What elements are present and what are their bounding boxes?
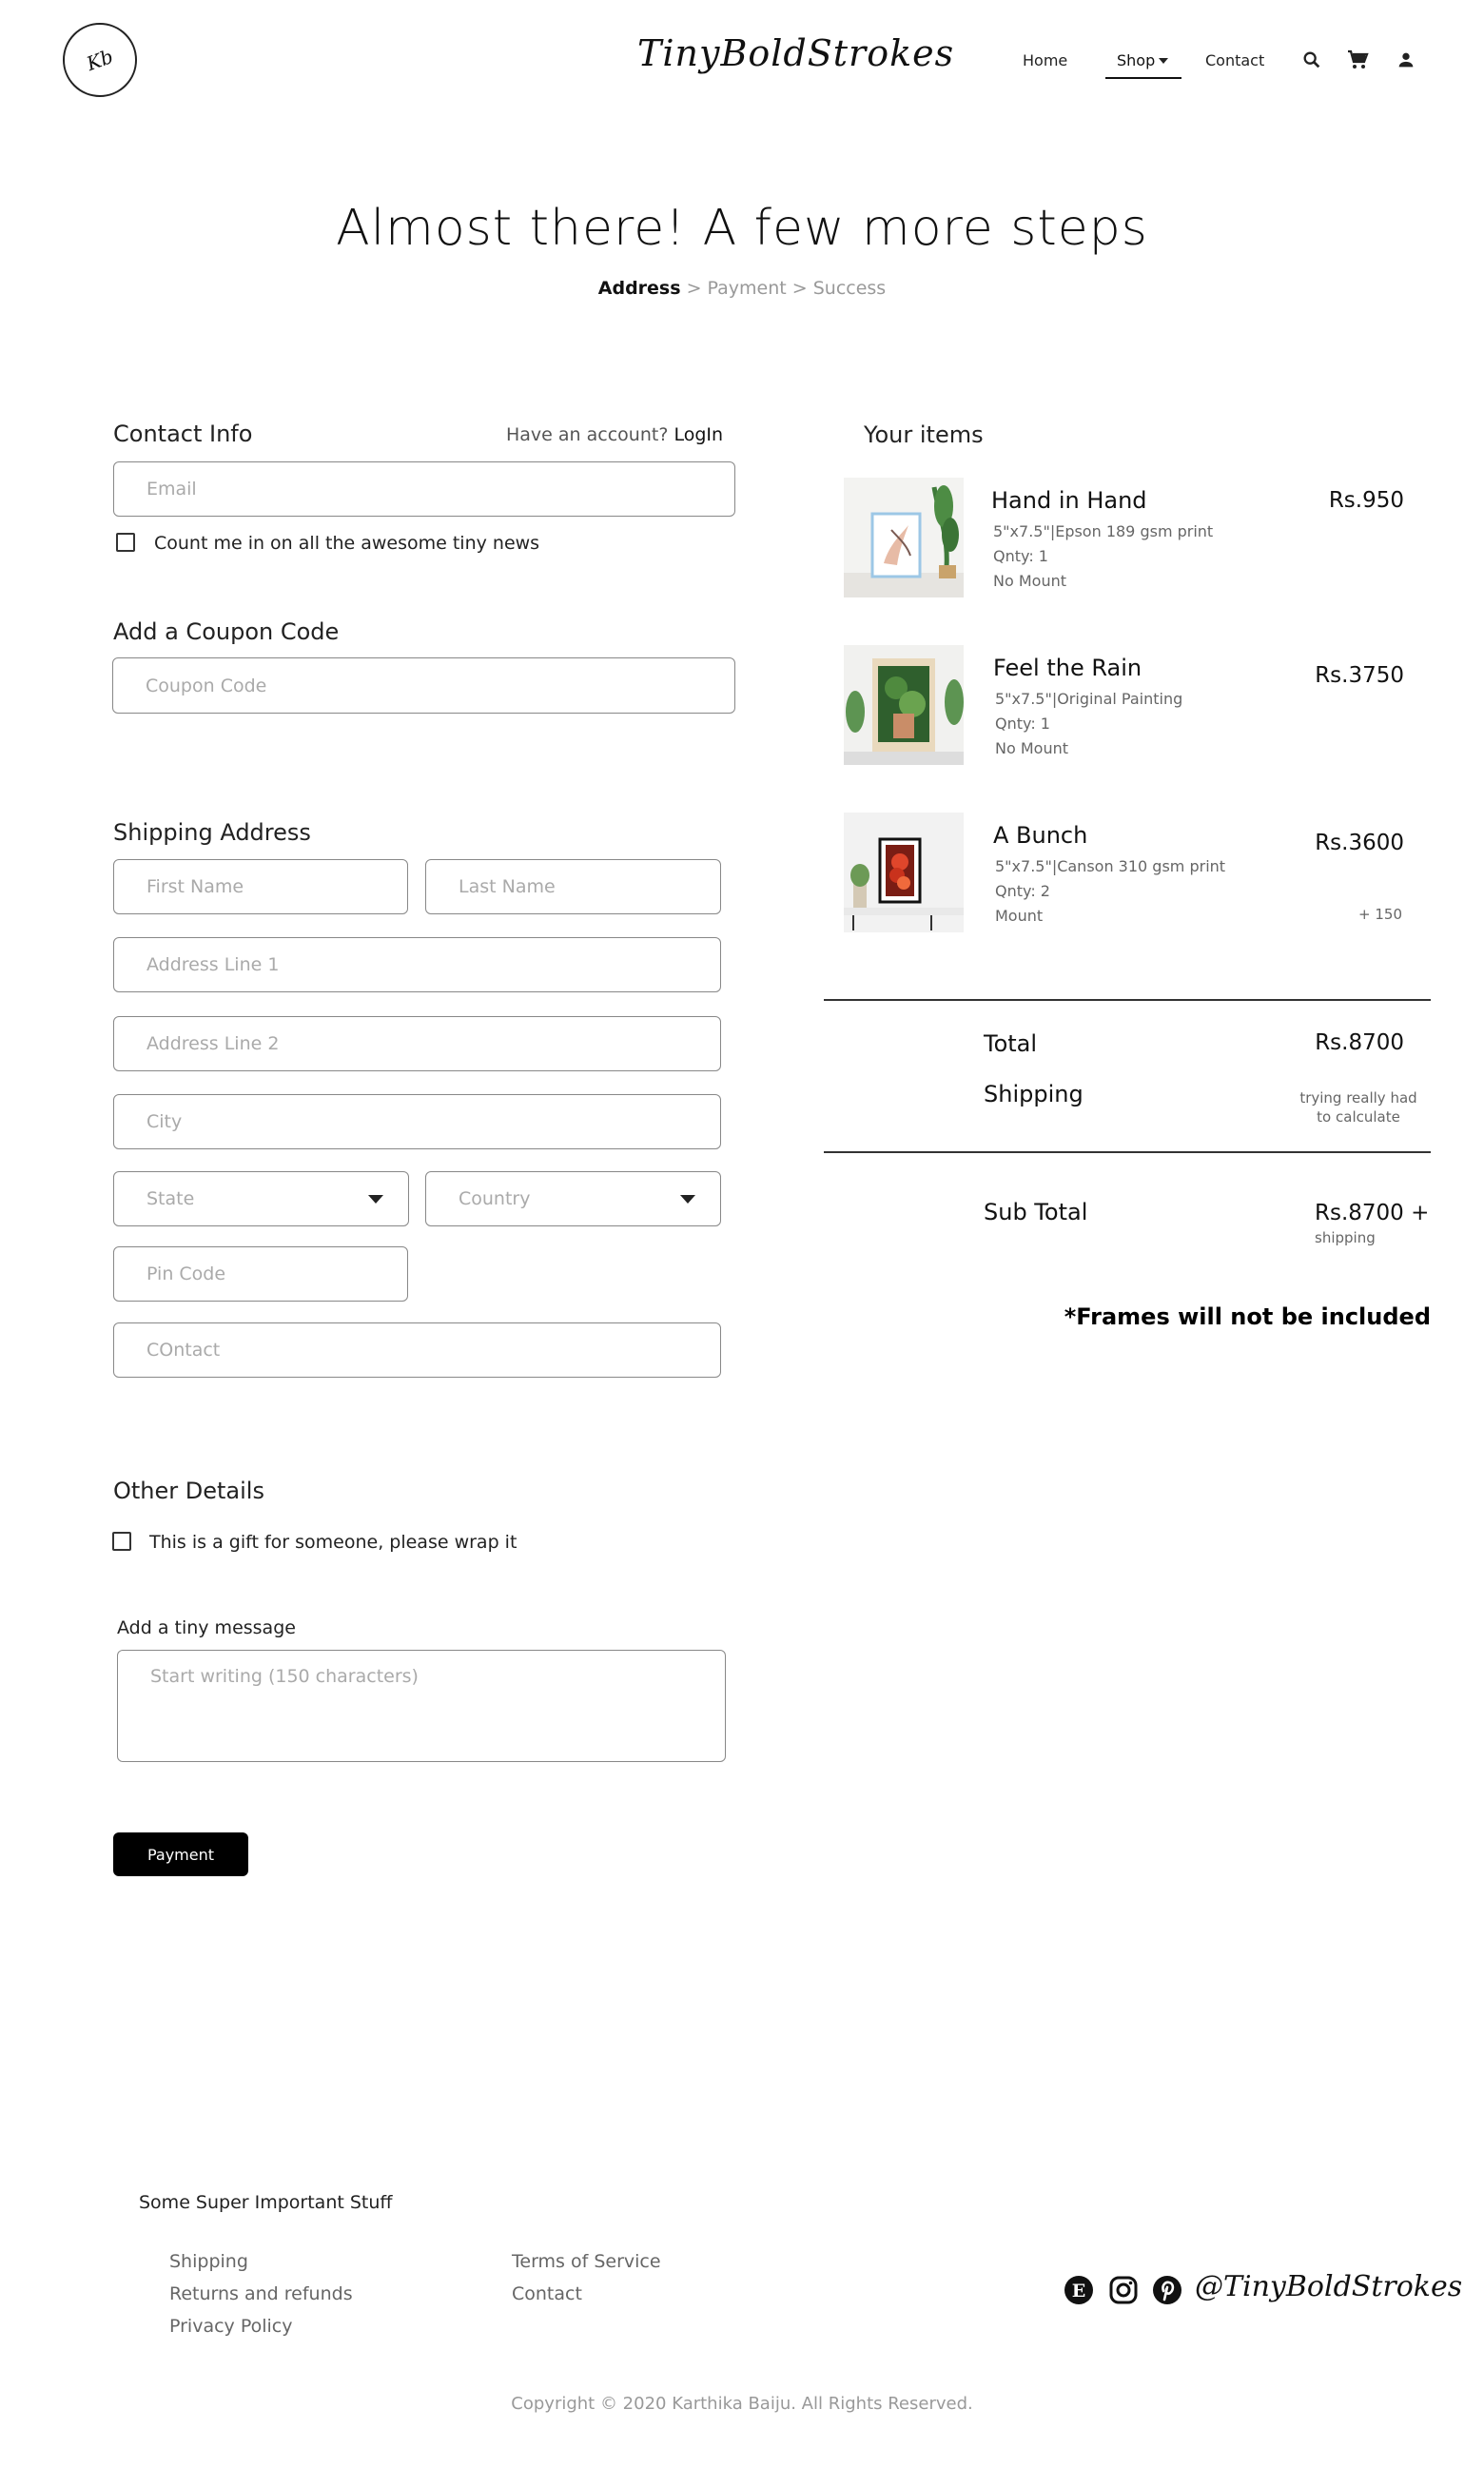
country-select-value: Country [459,1188,531,1209]
shipping-note: trying really had to calculate [1284,1088,1433,1126]
footer-link-privacy[interactable]: Privacy Policy [169,2316,292,2337]
country-select[interactable]: Country [425,1171,721,1226]
item-price: Rs.950 [1328,488,1404,513]
item-name: Hand in Hand [991,487,1147,514]
shipping-note-line1: trying really had [1299,1089,1417,1107]
message-label: Add a tiny message [117,1617,296,1638]
payment-button[interactable]: Payment [113,1832,248,1876]
step-rest: > Payment > Success [680,278,887,299]
item-name: A Bunch [993,822,1088,849]
item-thumbnail-feel-the-rain[interactable] [844,645,964,765]
nav-contact[interactable]: Contact [1205,51,1264,69]
etsy-letter: E [1072,2281,1085,2302]
caret-down-icon [1159,57,1169,64]
instagram-handle[interactable]: @TinyBoldStrokes [1195,2270,1462,2303]
caret-down-icon [680,1194,695,1204]
item-spec: 5"x7.5"|Epson 189 gsm print [993,522,1214,540]
subtotal-note: shipping [1315,1229,1376,1246]
other-details-title: Other Details [113,1478,264,1504]
instagram-icon[interactable] [1107,2274,1140,2306]
shipping-label: Shipping [984,1081,1084,1107]
brand-wordmark[interactable]: TinyBoldStrokes [637,32,954,74]
state-select-value: State [146,1188,195,1209]
total-value: Rs.8700 [1315,1030,1404,1055]
etsy-icon[interactable]: E [1063,2274,1095,2306]
item-name: Feel the Rain [993,655,1142,681]
item-mount: No Mount [995,739,1068,757]
item-spec: 5"x7.5"|Original Painting [995,690,1183,708]
newsletter-checkbox[interactable] [116,533,135,552]
nav-shop[interactable]: Shop [1105,51,1181,79]
nav-shop-label: Shop [1117,51,1156,69]
caret-down-icon [368,1194,383,1204]
page-title: Almost there! A few more steps [336,200,1148,257]
last-name-input[interactable] [425,859,721,914]
have-account-text: Have an account? [506,424,669,445]
gift-wrap-checkbox[interactable] [112,1532,131,1551]
summary-divider-top [824,999,1431,1001]
footer-link-terms[interactable]: Terms of Service [512,2251,661,2272]
account-icon[interactable] [1394,48,1418,72]
checkout-steps: Address > Payment > Success [0,278,1484,299]
nav-home[interactable]: Home [1023,51,1067,69]
item-price: Rs.3750 [1315,663,1404,688]
item-spec: 5"x7.5"|Canson 310 gsm print [995,857,1226,875]
item-meta: 5"x7.5"|Original Painting Qnty: 1 No Mou… [995,687,1182,761]
first-name-input[interactable] [113,859,408,914]
address-line2-input[interactable] [113,1016,721,1071]
copyright: Copyright © 2020 Karthika Baiju. All Rig… [511,2394,973,2414]
total-label: Total [984,1030,1038,1057]
mount-surcharge: + 150 [1358,906,1402,923]
pinterest-icon[interactable] [1151,2274,1183,2306]
contact-info-title: Contact Info [113,421,253,447]
newsletter-label: Count me in on all the awesome tiny news [154,533,540,554]
item-thumbnail-a-bunch[interactable] [844,813,964,932]
your-items-title: Your items [864,421,984,448]
summary-divider-bottom [824,1151,1431,1153]
item-qty: Qnty: 1 [995,715,1050,733]
email-input[interactable] [113,461,735,517]
shipping-note-line2: to calculate [1317,1108,1400,1126]
item-meta: 5"x7.5"|Epson 189 gsm print Qnty: 1 No M… [993,519,1213,594]
item-mount: Mount [995,907,1044,925]
item-thumbnail-hand-in-hand[interactable] [844,478,964,597]
footer-title: Some Super Important Stuff [139,2192,393,2213]
item-qty: Qnty: 2 [995,882,1050,900]
step-current: Address [597,278,681,299]
subtotal-label: Sub Total [984,1199,1088,1225]
item-price: Rs.3600 [1315,831,1404,855]
coupon-title: Add a Coupon Code [113,618,340,645]
footer-link-shipping[interactable]: Shipping [169,2251,248,2272]
item-qty: Qnty: 1 [993,547,1048,565]
coupon-input[interactable] [112,657,735,714]
shipping-title: Shipping Address [113,819,311,846]
account-prompt: Have an account? LogIn [506,424,723,445]
search-icon[interactable] [1299,48,1324,72]
city-input[interactable] [113,1094,721,1149]
logo-text: Kb [83,44,117,76]
address-line1-input[interactable] [113,937,721,992]
contact-number-input[interactable] [113,1322,721,1378]
state-select[interactable]: State [113,1171,409,1226]
login-link[interactable]: LogIn [674,424,723,445]
frames-disclaimer: *Frames will not be included [1064,1303,1431,1330]
cart-icon[interactable] [1345,48,1370,72]
item-meta: 5"x7.5"|Canson 310 gsm print Qnty: 2 Mou… [995,854,1225,929]
subtotal-value: Rs.8700 + [1315,1201,1430,1225]
gift-message-textarea[interactable] [117,1650,726,1762]
site-logo[interactable]: Kb [63,23,137,97]
pin-code-input[interactable] [113,1246,408,1302]
gift-wrap-label: This is a gift for someone, please wrap … [149,1532,517,1553]
footer-link-contact[interactable]: Contact [512,2283,582,2304]
footer-link-returns[interactable]: Returns and refunds [169,2283,353,2304]
item-mount: No Mount [993,572,1066,590]
